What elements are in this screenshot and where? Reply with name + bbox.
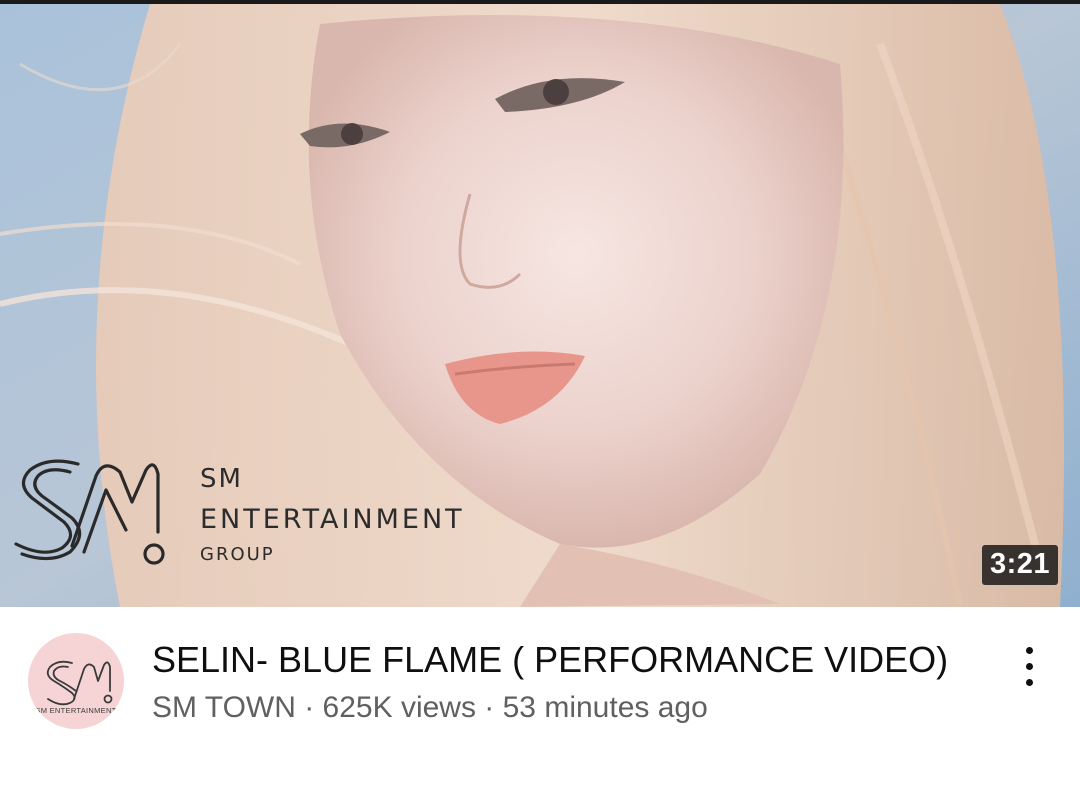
sm-entertainment-watermark: SM ENTERTAINMENT GROUP (8, 452, 528, 582)
logo-line-group: GROUP (200, 544, 275, 565)
vertical-ellipsis-icon (1026, 663, 1033, 670)
vertical-ellipsis-icon (1026, 647, 1033, 654)
video-meta[interactable]: SM TOWN · 625K views · 53 minutes ago (152, 691, 708, 725)
video-thumbnail[interactable]: SM ENTERTAINMENT GROUP 3:21 (0, 4, 1080, 607)
sm-logo-icon (14, 459, 165, 565)
avatar-caption: SM ENTERTAINMENT (35, 706, 117, 715)
logo-line-sm: SM (200, 464, 243, 494)
video-title[interactable]: SELIN- BLUE FLAME ( PERFORMANCE VIDEO) (152, 639, 948, 681)
video-card[interactable]: SM ENTERTAINMENT GROUP 3:21 SM ENTERTAIN… (0, 0, 1080, 788)
video-info: SM ENTERTAINMENT SELIN- BLUE FLAME ( PER… (0, 607, 1080, 788)
vertical-ellipsis-icon (1026, 679, 1033, 686)
more-options-button[interactable] (1010, 643, 1050, 691)
logo-line-entertainment: ENTERTAINMENT (200, 504, 465, 535)
duration-badge: 3:21 (981, 545, 1058, 585)
channel-avatar[interactable]: SM ENTERTAINMENT (28, 633, 124, 729)
